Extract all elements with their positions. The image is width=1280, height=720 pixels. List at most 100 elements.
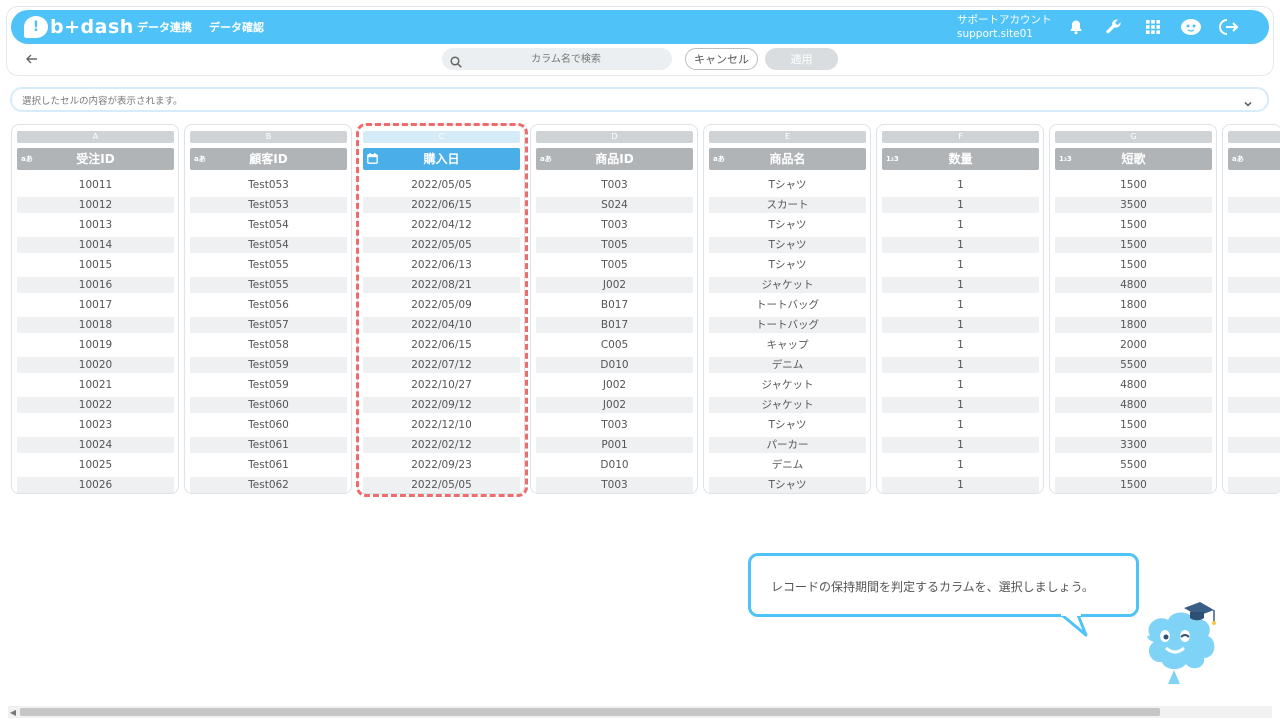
column-c[interactable]: C 購入日 2022/05/05 2022/06/15 2022/04/12 2022/0… — [357, 124, 525, 494]
table-cell[interactable]: 10015 — [17, 255, 174, 275]
scroll-left-icon[interactable]: ◀ — [8, 706, 18, 718]
account-info[interactable]: サポートアカウント support.site01 — [957, 13, 1052, 41]
table-cell[interactable]: ジャケット — [709, 277, 866, 293]
table-cell[interactable]: 4800 — [1055, 277, 1212, 293]
table-cell[interactable]: Tシャツ — [709, 175, 866, 195]
table-cell[interactable]: 1 — [882, 255, 1039, 275]
table-cell[interactable]: スカート — [709, 197, 866, 213]
column-header[interactable]: aあ — [1228, 148, 1280, 170]
table-cell[interactable]: 1 — [882, 415, 1039, 435]
table-cell[interactable]: Test060 — [190, 415, 347, 435]
table-cell[interactable]: 10020 — [17, 357, 174, 373]
table-cell[interactable]: Test059 — [190, 357, 347, 373]
table-cell[interactable]: 2022/06/15 — [363, 197, 520, 213]
table-cell[interactable] — [1228, 477, 1280, 493]
table-cell[interactable]: C005 — [536, 335, 693, 355]
table-cell[interactable]: 2022/09/12 — [363, 397, 520, 413]
column-f[interactable]: F 1₂3 数量 1 1 1 1 1 1 1 1 1 1 1 1 1 1 1 1 — [876, 124, 1044, 494]
logout-icon[interactable] — [1217, 15, 1241, 39]
table-cell[interactable] — [1228, 397, 1280, 413]
chevron-down-icon[interactable] — [1243, 94, 1253, 113]
table-cell[interactable]: Test062 — [190, 477, 347, 493]
table-cell[interactable]: 1 — [882, 397, 1039, 413]
horizontal-scrollbar[interactable]: ◀ — [8, 706, 1272, 718]
table-cell[interactable]: Test055 — [190, 277, 347, 293]
table-cell[interactable]: 1500 — [1055, 255, 1212, 275]
table-cell[interactable] — [1228, 237, 1280, 253]
table-cell[interactable]: 2022/04/10 — [363, 317, 520, 333]
table-cell[interactable]: T005 — [536, 237, 693, 253]
table-cell[interactable]: Test055 — [190, 255, 347, 275]
column-header[interactable]: aあ 受注ID — [17, 148, 174, 170]
column-h[interactable]: aあ — [1222, 124, 1280, 494]
table-cell[interactable]: デニム — [709, 357, 866, 373]
column-header[interactable]: aあ 顧客ID — [190, 148, 347, 170]
column-header[interactable]: 1₂3 短歌 — [1055, 148, 1212, 170]
table-cell[interactable]: D010 — [536, 455, 693, 475]
table-cell[interactable] — [1228, 455, 1280, 475]
table-cell[interactable]: 5500 — [1055, 357, 1212, 373]
table-cell[interactable]: B017 — [536, 295, 693, 315]
scrollbar-thumb[interactable] — [20, 708, 1160, 716]
table-cell[interactable]: 1 — [882, 437, 1039, 453]
table-cell[interactable]: 1 — [882, 317, 1039, 333]
table-cell[interactable]: 1 — [882, 375, 1039, 395]
table-cell[interactable]: 2022/06/15 — [363, 335, 520, 355]
table-cell[interactable]: 2022/05/09 — [363, 295, 520, 315]
column-g[interactable]: G 1₂3 短歌 1500 3500 1500 1500 1500 4800 1800 1800 20… — [1049, 124, 1217, 494]
table-cell[interactable]: 2022/02/12 — [363, 437, 520, 453]
table-cell[interactable]: Test058 — [190, 335, 347, 355]
table-cell[interactable]: J002 — [536, 375, 693, 395]
table-cell[interactable]: 1500 — [1055, 415, 1212, 435]
table-cell[interactable]: 5500 — [1055, 455, 1212, 475]
table-cell[interactable]: J002 — [536, 277, 693, 293]
table-cell[interactable]: Test060 — [190, 397, 347, 413]
apps-grid-icon[interactable] — [1141, 15, 1165, 39]
table-cell[interactable]: 1 — [882, 455, 1039, 475]
table-cell[interactable]: 4800 — [1055, 375, 1212, 395]
table-cell[interactable]: Test054 — [190, 215, 347, 235]
table-cell[interactable]: 2022/05/05 — [363, 175, 520, 195]
table-cell[interactable]: 10019 — [17, 335, 174, 355]
table-cell[interactable]: 10018 — [17, 317, 174, 333]
table-cell[interactable]: 2022/08/21 — [363, 277, 520, 293]
table-cell[interactable]: 10022 — [17, 397, 174, 413]
table-cell[interactable]: 10014 — [17, 237, 174, 253]
table-cell[interactable]: Test056 — [190, 295, 347, 315]
table-cell[interactable]: 2022/12/10 — [363, 415, 520, 435]
table-cell[interactable]: 2022/05/05 — [363, 477, 520, 493]
table-cell[interactable]: 1800 — [1055, 295, 1212, 315]
table-cell[interactable]: Tシャツ — [709, 255, 866, 275]
table-cell[interactable]: トートバッグ — [709, 295, 866, 315]
table-cell[interactable] — [1228, 215, 1280, 235]
nav-data-check[interactable]: データ確認 — [209, 19, 264, 35]
table-cell[interactable]: T003 — [536, 415, 693, 435]
table-cell[interactable]: 1 — [882, 477, 1039, 493]
table-cell[interactable]: 10026 — [17, 477, 174, 493]
table-cell[interactable]: パーカー — [709, 437, 866, 453]
table-cell[interactable]: 1 — [882, 335, 1039, 355]
table-cell[interactable]: D010 — [536, 357, 693, 373]
table-cell[interactable]: 3500 — [1055, 197, 1212, 213]
column-header[interactable]: aあ 商品ID — [536, 148, 693, 170]
table-cell[interactable]: 1800 — [1055, 317, 1212, 333]
table-cell[interactable] — [1228, 357, 1280, 373]
table-cell[interactable]: 2022/07/12 — [363, 357, 520, 373]
table-cell[interactable]: 10012 — [17, 197, 174, 213]
table-cell[interactable]: トートバッグ — [709, 317, 866, 333]
table-cell[interactable] — [1228, 295, 1280, 315]
table-cell[interactable]: 2022/10/27 — [363, 375, 520, 395]
table-cell[interactable]: Test054 — [190, 237, 347, 253]
table-cell[interactable]: 2000 — [1055, 335, 1212, 355]
search-input[interactable] — [468, 48, 664, 70]
table-cell[interactable]: T005 — [536, 255, 693, 275]
column-header[interactable]: 1₂3 数量 — [882, 148, 1039, 170]
table-cell[interactable]: 10017 — [17, 295, 174, 315]
table-cell[interactable]: 3300 — [1055, 437, 1212, 453]
support-mascot-icon[interactable] — [1179, 15, 1203, 39]
table-cell[interactable]: T003 — [536, 215, 693, 235]
table-cell[interactable]: Test061 — [190, 455, 347, 475]
table-cell[interactable]: 10025 — [17, 455, 174, 475]
table-cell[interactable]: 10021 — [17, 375, 174, 395]
apply-button[interactable]: 適用 — [765, 48, 838, 70]
